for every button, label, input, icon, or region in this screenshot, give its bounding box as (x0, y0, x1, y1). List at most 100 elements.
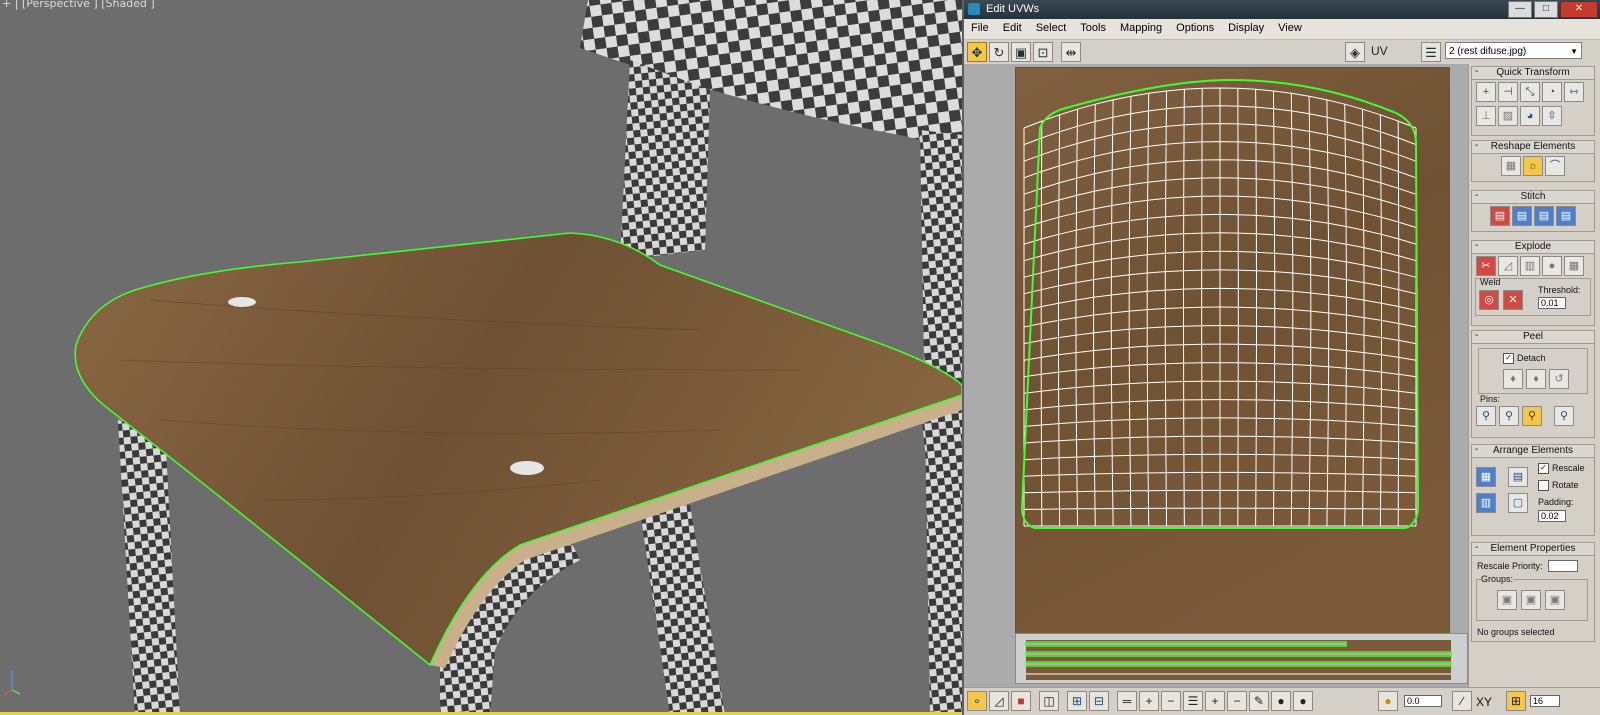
explode-header[interactable]: - Explode (1472, 240, 1594, 254)
group-selected-icon[interactable]: ▣ (1497, 590, 1517, 610)
maximize-icon[interactable]: □ (1534, 1, 1558, 18)
padding-spinner[interactable]: 0.02 (1538, 510, 1566, 522)
vertex-mode-icon[interactable]: ∘ (967, 691, 987, 711)
ring-icon[interactable]: ☰ (1183, 691, 1203, 711)
rotate-90-icon[interactable]: ◔ (1542, 82, 1562, 102)
scale-icon[interactable]: ▣ (1011, 42, 1031, 62)
pack-normalize-icon[interactable]: ▤ (1508, 467, 1528, 487)
straighten-selection-icon[interactable]: ▦ (1501, 156, 1521, 176)
viewport-label[interactable]: + | [Perspective ] [Shaded ] (2, 0, 155, 10)
falloff-spinner[interactable]: 0.0 (1404, 695, 1442, 707)
menu-tools[interactable]: Tools (1073, 19, 1113, 39)
title-bar[interactable]: Edit UVWs — □ ✕ (964, 0, 1600, 19)
weld-selected-icon[interactable]: ◎ (1479, 290, 1499, 310)
align-vertical-icon[interactable]: ⊥ (1476, 106, 1496, 126)
menu-mapping[interactable]: Mapping (1113, 19, 1169, 39)
arrange-elements-header[interactable]: - Arrange Elements (1472, 444, 1594, 458)
minimize-icon[interactable]: — (1508, 1, 1532, 18)
ring-shrink-icon[interactable]: − (1227, 691, 1247, 711)
texture-list-icon[interactable]: ☰ (1421, 42, 1441, 62)
stitch-settings-icon[interactable]: ▤ (1556, 206, 1576, 226)
falloff-type-icon[interactable]: ∕ (1452, 691, 1472, 711)
loop-icon[interactable]: ═ (1117, 691, 1137, 711)
auto-pin-icon[interactable]: ⚲ (1522, 406, 1542, 426)
element-properties-header[interactable]: - Element Properties (1472, 542, 1594, 556)
align-diagonal-icon[interactable]: ⤡ (1520, 82, 1540, 102)
peel-quick-icon[interactable]: ♦ (1503, 369, 1523, 389)
set-pivot-icon[interactable]: + (1476, 82, 1496, 102)
contract-icon[interactable]: − (1161, 691, 1181, 711)
checker-map-icon[interactable]: ◈ (1345, 42, 1365, 62)
expand-icon[interactable]: + (1139, 691, 1159, 711)
uv-side-panel: - Quick Transform + ⊣ ⤡ ◔ ⇿ ⊥ ▨ ◕ ⇳ - Resh… (1468, 64, 1600, 687)
menu-view[interactable]: View (1271, 19, 1309, 39)
freeform-icon[interactable]: ⊡ (1033, 42, 1053, 62)
detach-checkbox[interactable]: ✓ (1503, 353, 1514, 365)
ring-grow-icon[interactable]: + (1205, 691, 1225, 711)
menu-file[interactable]: File (964, 19, 996, 39)
texture-select[interactable]: 2 (rest difuse.jpg) ▼ (1445, 42, 1582, 59)
menu-options[interactable]: Options (1169, 19, 1221, 39)
relax-icon[interactable]: ☼ (1523, 156, 1543, 176)
paint-shrink-icon[interactable]: ● (1293, 691, 1313, 711)
snap-icon[interactable]: ⊞ (1506, 691, 1526, 711)
stitch-to-average-icon[interactable]: ▤ (1512, 206, 1532, 226)
rotate-minus-90-icon[interactable]: ◕ (1520, 106, 1540, 126)
close-icon[interactable]: ✕ (1560, 1, 1598, 18)
move-icon[interactable]: ✥ (967, 42, 987, 62)
rotate-icon[interactable]: ↻ (989, 42, 1009, 62)
uv-grid-line (1237, 88, 1239, 527)
paint-select-icon[interactable]: ✎ (1249, 691, 1269, 711)
unpin-icon[interactable]: ⚲ (1499, 406, 1519, 426)
break-icon[interactable]: ✂ (1476, 256, 1496, 276)
pack-custom-icon[interactable]: ▦ (1476, 467, 1496, 487)
paint-grow-icon[interactable]: ● (1271, 691, 1291, 711)
peel-mode-icon[interactable]: ♦ (1526, 369, 1546, 389)
select-pins-icon[interactable]: ⚲ (1554, 406, 1574, 426)
shrink-selection-icon[interactable]: ⊟ (1089, 691, 1109, 711)
space-vertical-icon[interactable]: ⇳ (1542, 106, 1562, 126)
explode-settings-icon[interactable]: ▦ (1564, 256, 1584, 276)
threshold-spinner[interactable]: 0.01 (1538, 297, 1566, 309)
menu-display[interactable]: Display (1221, 19, 1271, 39)
stitch-header[interactable]: - Stitch (1472, 190, 1594, 204)
element-mode-icon[interactable]: ◫ (1039, 691, 1059, 711)
uv-editor-canvas[interactable] (964, 64, 1468, 687)
reset-peel-icon[interactable]: ↺ (1549, 369, 1569, 389)
rescale-checkbox[interactable]: ✓ (1538, 463, 1549, 475)
straighten-icon[interactable]: ▨ (1498, 106, 1518, 126)
ungroup-icon[interactable]: ▣ (1521, 590, 1541, 610)
detach-edge-icon[interactable]: ◿ (1498, 256, 1518, 276)
face-mode-icon[interactable]: ■ (1011, 691, 1031, 711)
menu-edit[interactable]: Edit (996, 19, 1029, 39)
pin-icon[interactable]: ⚲ (1476, 406, 1496, 426)
stitch-to-source-icon[interactable]: ▤ (1534, 206, 1554, 226)
uv-texture-tile (1015, 67, 1450, 642)
rotate-checkbox[interactable] (1538, 480, 1549, 492)
target-weld-icon[interactable]: ✕ (1503, 290, 1523, 310)
mirror-icon[interactable]: ⇹ (1061, 42, 1081, 62)
edge-mode-icon[interactable]: ◿ (989, 691, 1009, 711)
perspective-viewport[interactable]: + | [Perspective ] [Shaded ] (0, 0, 962, 715)
uv-mesh[interactable] (1016, 68, 1449, 641)
rescale-priority-spinner[interactable] (1548, 560, 1578, 572)
relax-settings-icon[interactable]: ⌒ (1545, 156, 1565, 176)
reshape-elements-header[interactable]: - Reshape Elements (1472, 140, 1594, 154)
menu-select[interactable]: Select (1029, 19, 1074, 39)
align-horizontal-icon[interactable]: ⊣ (1498, 82, 1518, 102)
flatten-icon[interactable]: ▥ (1520, 256, 1540, 276)
soft-selection-icon[interactable]: ● (1378, 691, 1398, 711)
pack-together-icon[interactable]: ▥ (1476, 493, 1496, 513)
uv-edge-shells[interactable] (1016, 634, 1467, 683)
grow-selection-icon[interactable]: ⊞ (1067, 691, 1087, 711)
peel-header[interactable]: - Peel (1472, 330, 1594, 344)
quick-transform-header[interactable]: - Quick Transform (1472, 66, 1594, 80)
grid-value-spinner[interactable]: 16 (1530, 695, 1560, 707)
select-group-icon[interactable]: ▣ (1545, 590, 1565, 610)
pack-recursive-icon[interactable]: ▢ (1508, 493, 1528, 513)
xy-label[interactable]: XY (1476, 695, 1492, 709)
stitch-to-target-icon[interactable]: ▤ (1490, 206, 1510, 226)
space-horizontal-icon[interactable]: ⇿ (1564, 82, 1584, 102)
weld-label: Weld (1480, 277, 1501, 287)
sphere-icon[interactable]: ● (1542, 256, 1562, 276)
